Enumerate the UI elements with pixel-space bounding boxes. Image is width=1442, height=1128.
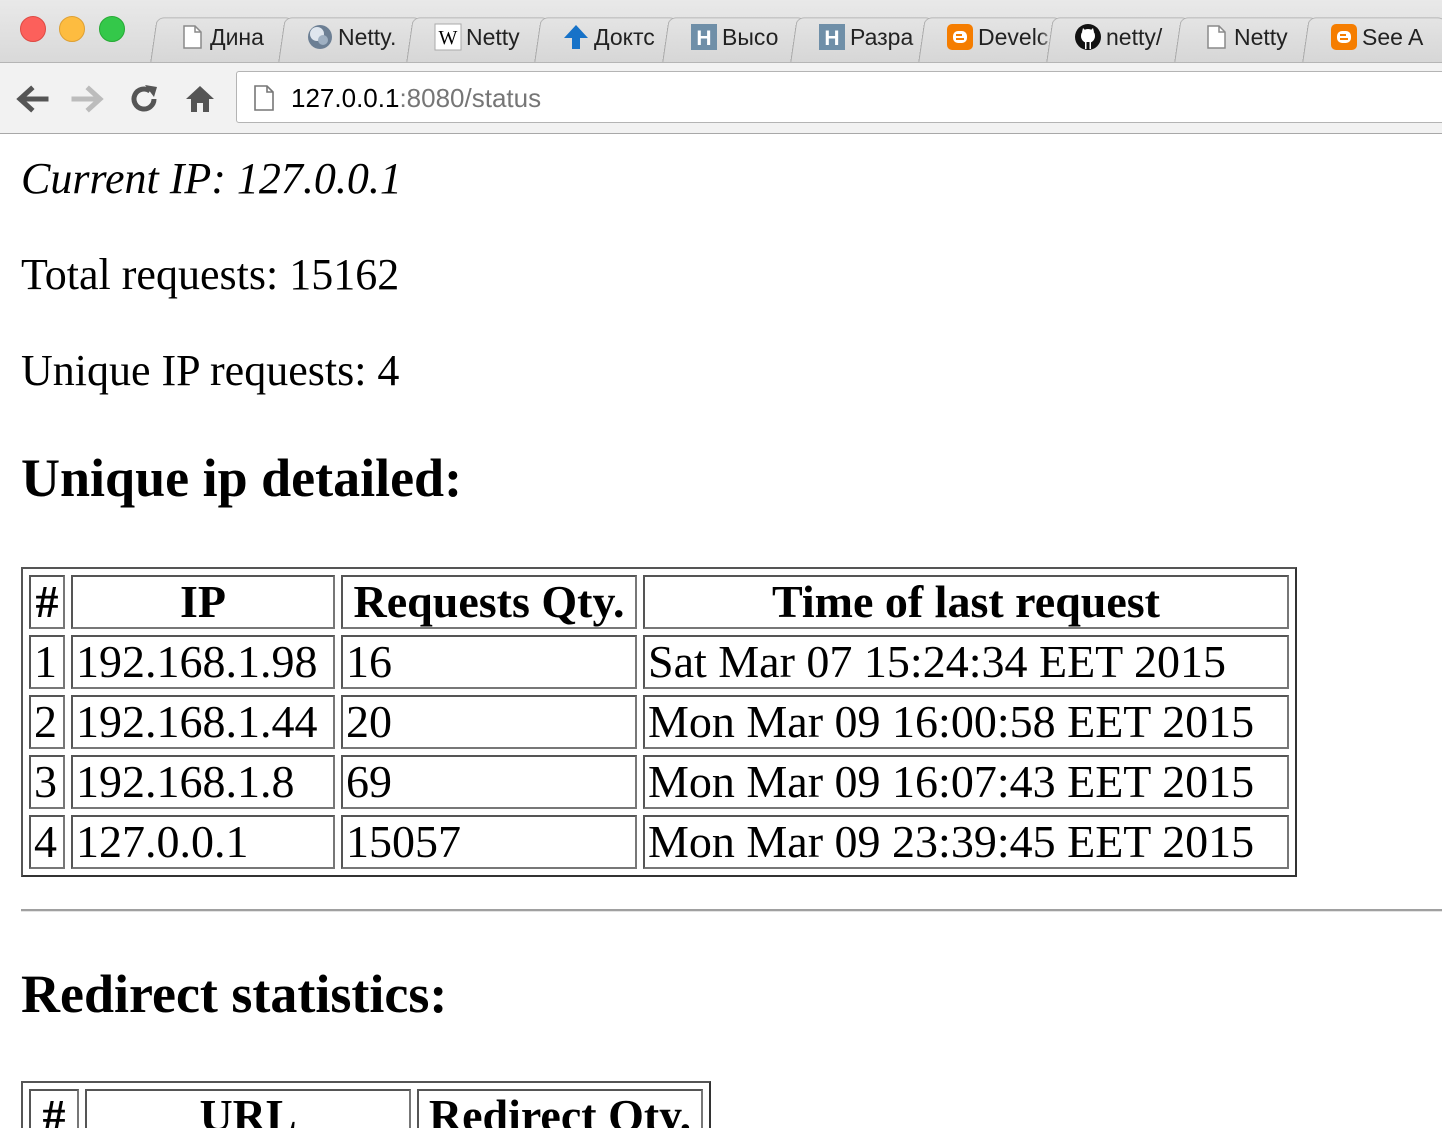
svg-text:W: W (439, 27, 458, 49)
total-requests-text: Total requests: 15162 (21, 250, 400, 299)
table-header-row: # IP Requests Qty. Time of last request (29, 575, 1289, 629)
url-host: 127.0.0.1 (291, 83, 400, 113)
toolbar: 127.0.0.1:8080/status (0, 62, 1442, 134)
tabs: Дина Netty. W Netty Доктс H Высо H Разра… (150, 12, 1442, 62)
url-text[interactable]: 127.0.0.1:8080/status (291, 83, 541, 114)
unique-ip-table: # IP Requests Qty. Time of last request … (21, 567, 1297, 877)
column-header-url: URL (85, 1089, 411, 1128)
reload-icon[interactable] (126, 81, 162, 117)
row-ip: 192.168.1.44 (71, 695, 335, 749)
table-row: 4 127.0.0.1 15057 Mon Mar 09 23:39:45 EE… (29, 815, 1289, 869)
column-header-time: Time of last request (643, 575, 1289, 629)
forward-arrow-icon[interactable] (70, 81, 106, 117)
unique-ip-heading: Unique ip detailed: (21, 448, 463, 508)
row-number: 2 (29, 695, 65, 749)
row-time: Sat Mar 07 15:24:34 EET 2015 (643, 635, 1289, 689)
url-path: :8080/status (399, 83, 542, 113)
page-icon (1207, 25, 1226, 49)
page-content: Current IP: 127.0.0.1 Total requests: 15… (21, 135, 1442, 1128)
habr-icon: H (691, 24, 717, 50)
back-arrow-icon[interactable] (14, 81, 50, 117)
wikipedia-icon: W (434, 23, 462, 51)
table-header-row: # URL Redirect Qty. (29, 1089, 703, 1128)
blogger-icon (947, 24, 973, 50)
globe-icon (308, 25, 332, 49)
habr-icon: H (819, 24, 845, 50)
row-requests: 20 (341, 695, 637, 749)
svg-text:H: H (696, 27, 711, 50)
zoom-window-button[interactable] (99, 16, 125, 42)
column-header-number: # (29, 1089, 79, 1128)
redirect-heading: Redirect statistics: (21, 964, 448, 1024)
table-row: 3 192.168.1.8 69 Mon Mar 09 16:07:43 EET… (29, 755, 1289, 809)
row-number: 1 (29, 635, 65, 689)
row-time: Mon Mar 09 16:07:43 EET 2015 (643, 755, 1289, 809)
close-window-button[interactable] (20, 16, 46, 42)
table-row: 1 192.168.1.98 16 Sat Mar 07 15:24:34 EE… (29, 635, 1289, 689)
column-header-requests: Requests Qty. (341, 575, 637, 629)
redirect-table: # URL Redirect Qty. (21, 1081, 711, 1128)
row-requests: 15057 (341, 815, 637, 869)
page-icon (183, 25, 202, 49)
home-icon[interactable] (182, 81, 218, 117)
row-time: Mon Mar 09 23:39:45 EET 2015 (643, 815, 1289, 869)
tab-9[interactable]: See A (1302, 12, 1442, 62)
minimize-window-button[interactable] (59, 16, 85, 42)
column-header-ip: IP (71, 575, 335, 629)
address-bar[interactable]: 127.0.0.1:8080/status (236, 71, 1442, 123)
unique-ip-requests-text: Unique IP requests: 4 (21, 346, 400, 395)
row-time: Mon Mar 09 16:00:58 EET 2015 (643, 695, 1289, 749)
table-row: 2 192.168.1.44 20 Mon Mar 09 16:00:58 EE… (29, 695, 1289, 749)
column-header-number: # (29, 575, 65, 629)
row-number: 4 (29, 815, 65, 869)
row-requests: 69 (341, 755, 637, 809)
tab-strip: Дина Netty. W Netty Доктс H Высо H Разра… (0, 0, 1442, 62)
row-ip: 192.168.1.8 (71, 755, 335, 809)
blogger-icon (1331, 24, 1357, 50)
row-requests: 16 (341, 635, 637, 689)
svg-text:H: H (824, 27, 839, 50)
page-icon (254, 85, 274, 111)
up-arrow-icon (564, 25, 588, 49)
row-number: 3 (29, 755, 65, 809)
github-icon (1075, 24, 1101, 50)
row-ip: 127.0.0.1 (71, 815, 335, 869)
current-ip-text: Current IP: 127.0.0.1 (21, 154, 402, 203)
divider (21, 909, 1442, 912)
column-header-redirect-qty: Redirect Qty. (417, 1089, 703, 1128)
row-ip: 192.168.1.98 (71, 635, 335, 689)
tab-label: See A (1362, 24, 1424, 50)
